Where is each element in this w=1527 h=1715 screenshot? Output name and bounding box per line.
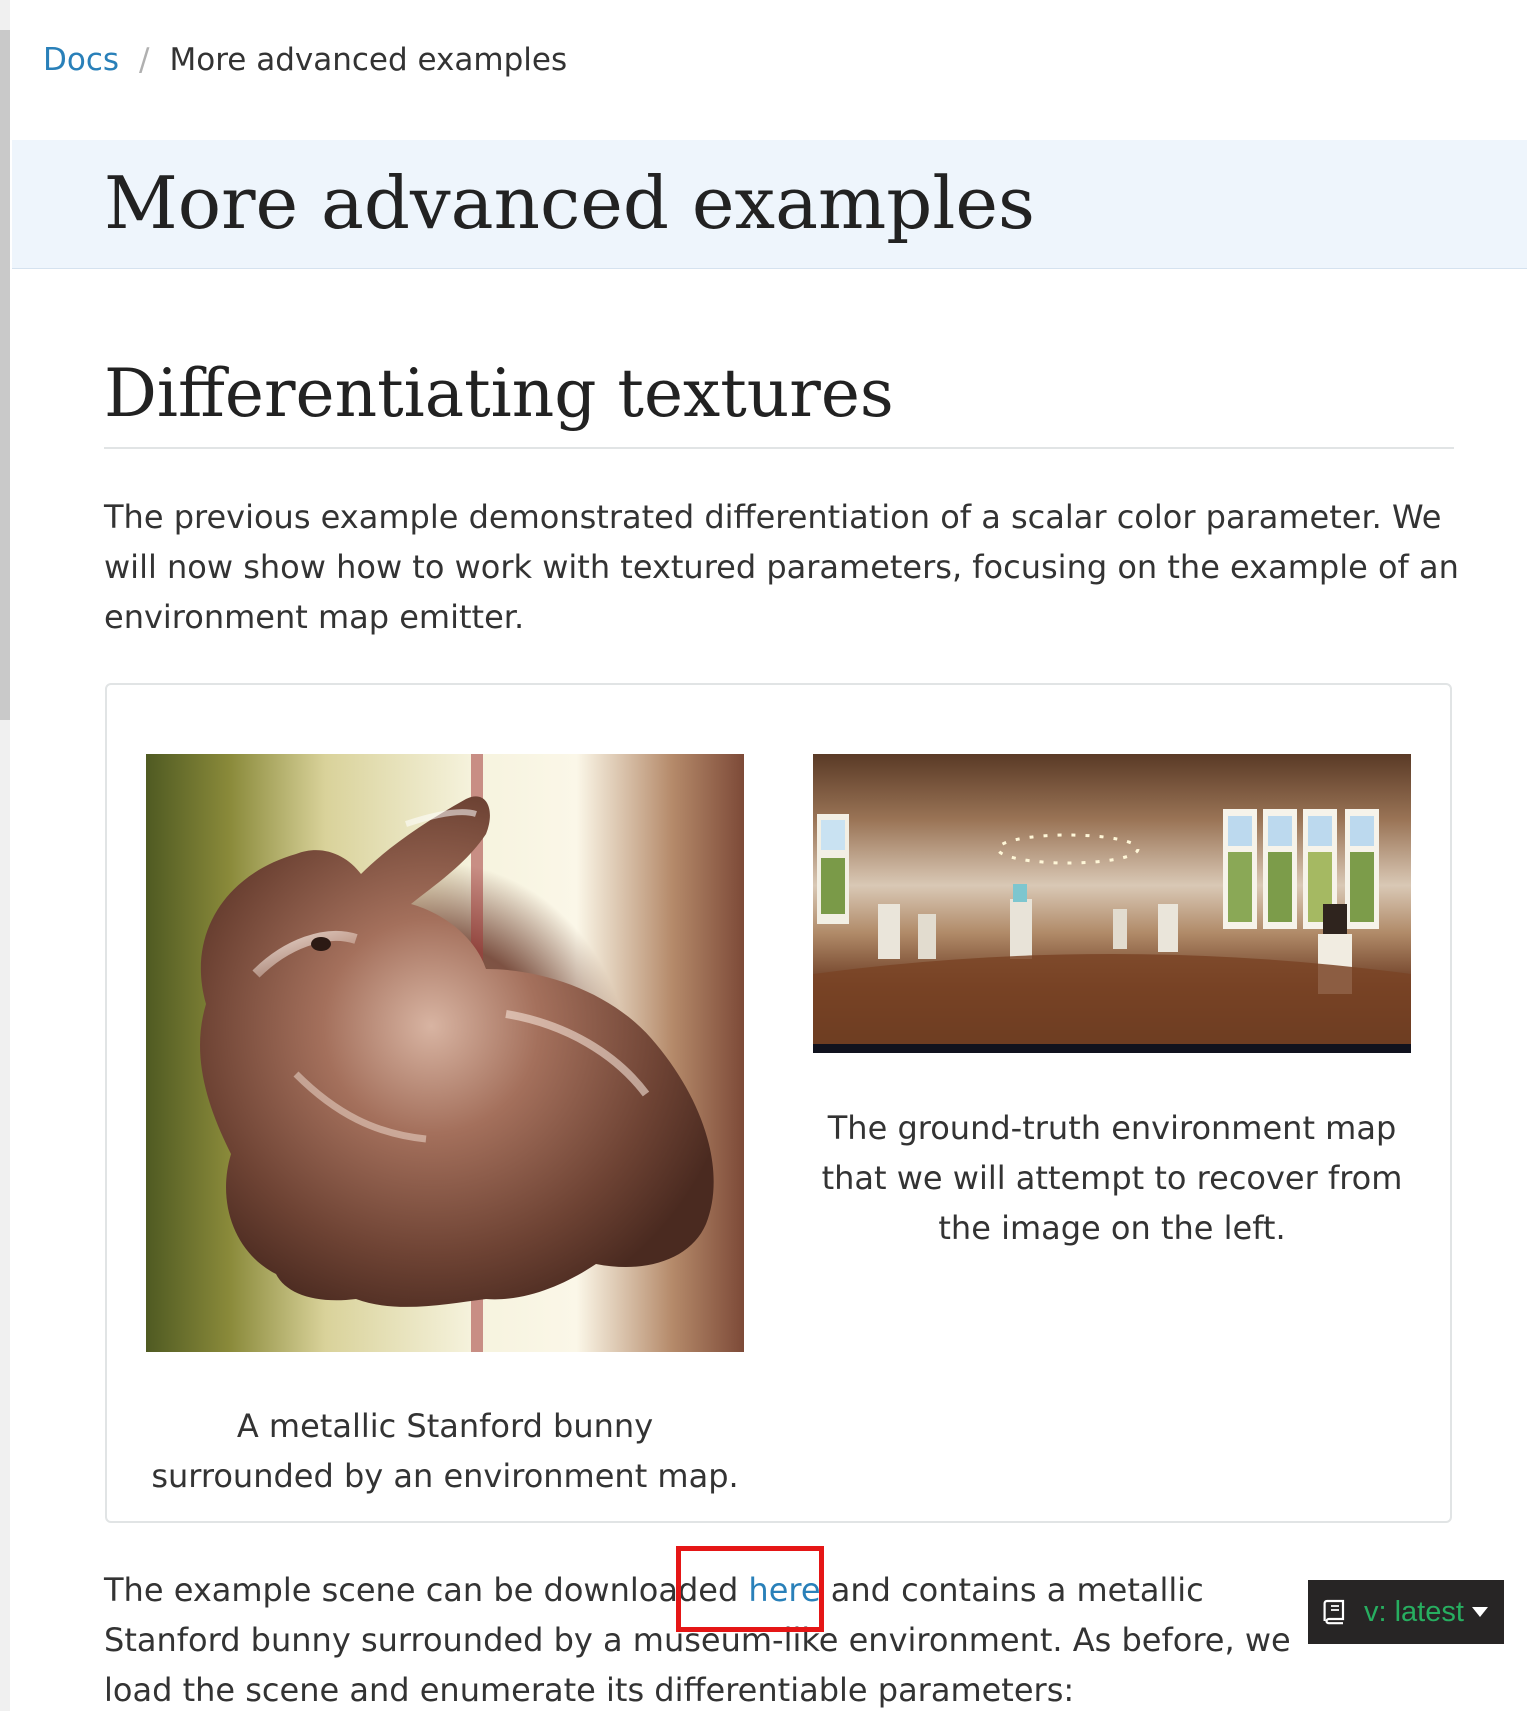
environment-map-image — [813, 754, 1411, 1053]
version-switcher[interactable]: v: latest — [1308, 1580, 1504, 1644]
breadcrumb-separator: / — [139, 42, 150, 78]
section-divider — [104, 447, 1454, 449]
left-figure-caption: A metallic Stanford bunny surrounded by … — [151, 1407, 739, 1495]
right-figure-caption: The ground-truth environment map that we… — [821, 1109, 1403, 1247]
section-title: Differentiating textures — [104, 355, 894, 432]
breadcrumb-docs-link[interactable]: Docs — [43, 42, 119, 78]
scrollbar-thumb[interactable] — [0, 30, 10, 720]
breadcrumb: Docs / More advanced examples — [43, 38, 567, 82]
version-label: v: latest — [1364, 1595, 1464, 1628]
intro-paragraph: The previous example demonstrated differ… — [104, 498, 1459, 636]
page-title: More advanced examples — [104, 161, 1035, 245]
book-icon — [1322, 1599, 1346, 1625]
scrollbar[interactable] — [0, 0, 10, 1711]
breadcrumb-current: More advanced examples — [169, 42, 568, 78]
bunny-illustration — [200, 754, 714, 1352]
bunny-render-image — [146, 754, 744, 1352]
download-text-before: The example scene can be downloaded — [104, 1571, 749, 1609]
caret-down-icon — [1471, 1607, 1488, 1617]
link-highlight-box — [676, 1546, 824, 1632]
museum-panorama-illustration — [813, 809, 1411, 1053]
